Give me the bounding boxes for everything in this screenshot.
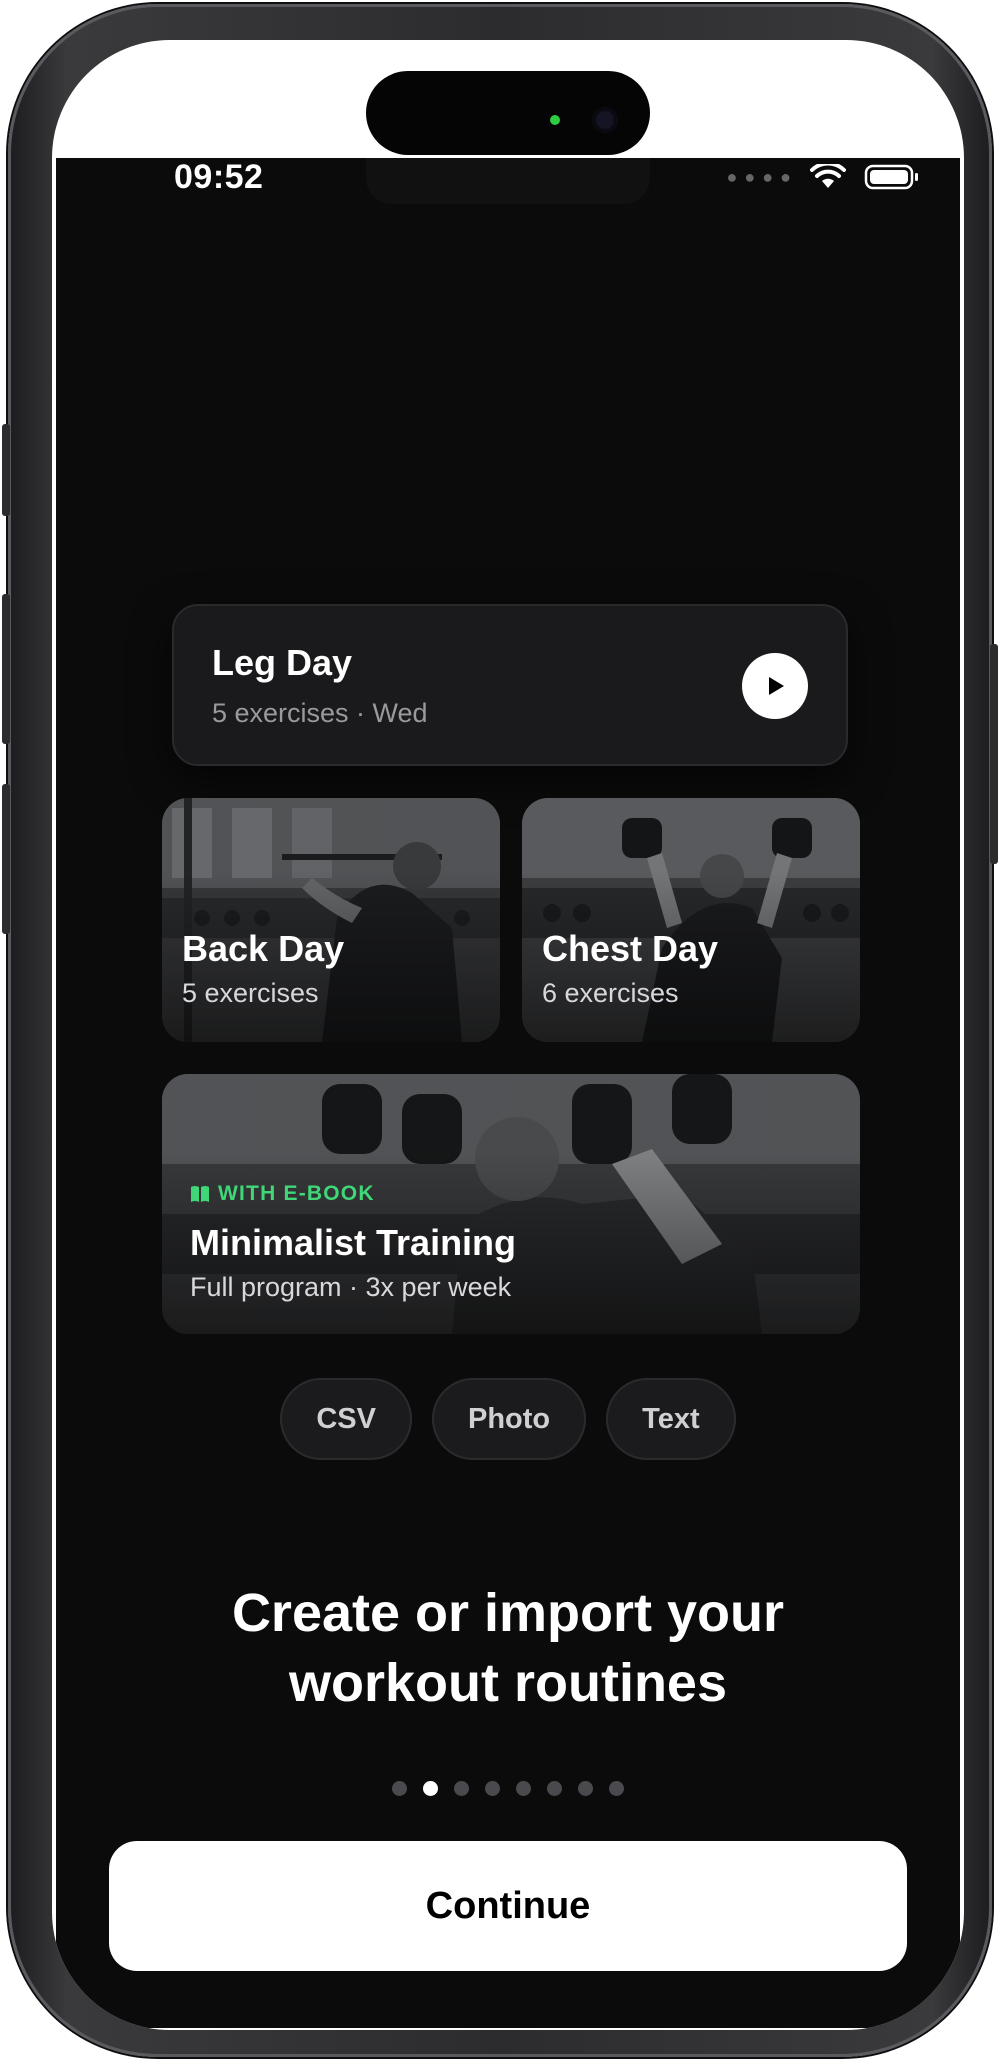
app-screen: 09:52 ● ● ● ● Leg Day 5 exercises · Wed … [56, 158, 960, 2028]
page-dot [392, 1781, 407, 1796]
screen: 09:52 ● ● ● ● Leg Day 5 exercises · Wed … [52, 40, 964, 2030]
action-button [2, 424, 10, 516]
status-time: 09:52 [174, 158, 264, 196]
program-card-minimalist-training[interactable]: WITH E-BOOK Minimalist Training Full pro… [162, 1074, 860, 1334]
volume-down-button [2, 784, 10, 934]
page-dot [485, 1781, 500, 1796]
workout-card-chest-day[interactable]: Chest Day 6 exercises [522, 798, 860, 1042]
page-dot-active [423, 1781, 438, 1796]
page-dot [516, 1781, 531, 1796]
workout-subtitle: 6 exercises [542, 978, 679, 1008]
workout-card-back-day[interactable]: Back Day 5 exercises [162, 798, 500, 1042]
program-subtitle: Full program · 3x per week [190, 1272, 512, 1302]
workout-subtitle: 5 exercises [182, 978, 319, 1008]
headline-line-2: workout routines [288, 1653, 727, 1713]
book-icon [191, 1186, 209, 1202]
page-dot [547, 1781, 562, 1796]
routine-card-leg-day[interactable]: Leg Day 5 exercises · Wed [172, 604, 848, 766]
camera-indicator-icon [550, 115, 560, 125]
page-indicator [56, 1781, 960, 1796]
import-csv-chip[interactable]: CSV [280, 1378, 412, 1460]
battery-icon [864, 163, 920, 191]
import-options: CSV Photo Text [56, 1378, 960, 1460]
dynamic-island-shadow [366, 158, 650, 204]
import-photo-chip[interactable]: Photo [432, 1378, 587, 1460]
front-camera-icon [592, 107, 618, 133]
routine-subtitle: 5 exercises · Wed [212, 698, 428, 728]
import-text-chip[interactable]: Text [606, 1378, 736, 1460]
ebook-badge: WITH E-BOOK [190, 1182, 375, 1206]
play-icon [769, 677, 784, 695]
page-dot [609, 1781, 624, 1796]
wifi-icon [810, 164, 846, 190]
continue-button[interactable]: Continue [109, 1841, 907, 1971]
volume-up-button [2, 594, 10, 744]
status-icons: ● ● ● ● [727, 162, 921, 192]
onboarding-headline: Create or import your workout routines [56, 1578, 960, 1718]
signal-dots-icon: ● ● ● ● [726, 166, 792, 187]
program-title: Minimalist Training [190, 1222, 517, 1263]
workout-title: Back Day [182, 928, 345, 969]
power-button [990, 644, 998, 864]
routine-title: Leg Day [212, 642, 353, 683]
workout-title: Chest Day [542, 928, 719, 969]
page-dot [454, 1781, 469, 1796]
headline-line-1: Create or import your [231, 1583, 785, 1643]
page-dot [578, 1781, 593, 1796]
phone-frame: 09:52 ● ● ● ● Leg Day 5 exercises · Wed … [2, 4, 998, 2057]
play-button[interactable] [742, 653, 808, 719]
ebook-badge-label: WITH E-BOOK [218, 1182, 375, 1205]
